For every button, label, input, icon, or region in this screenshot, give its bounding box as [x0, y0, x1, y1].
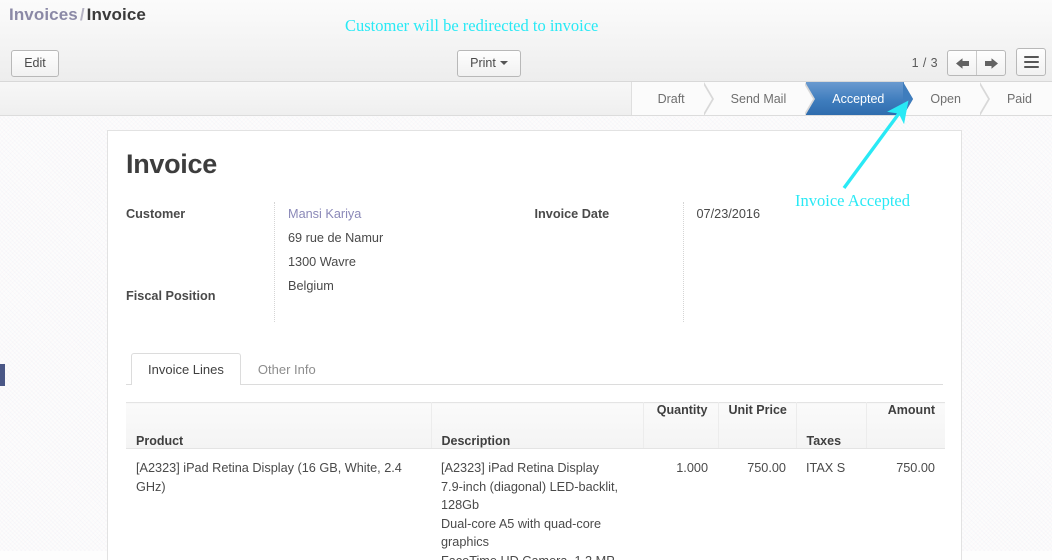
- description-line: Dual-core A5 with quad-core: [441, 515, 633, 534]
- column-header-description[interactable]: Description: [431, 403, 643, 449]
- pager-previous-button[interactable]: [948, 51, 976, 75]
- annotation-redirect-note: Customer will be redirected to invoice: [345, 16, 598, 36]
- field-values-left: Mansi Kariya 69 rue de Namur 1300 Wavre …: [274, 202, 535, 322]
- status-stage-draft[interactable]: Draft: [632, 82, 705, 115]
- table-header: Product Description Quantity Unit Price …: [126, 403, 945, 449]
- description-line: 128Gb: [441, 496, 633, 515]
- fiscal-position-label: Fiscal Position: [126, 284, 274, 308]
- field-grid: Customer Fiscal Position Mansi Kariya 69…: [126, 202, 943, 322]
- customer-address-line-2: 1300 Wavre: [288, 250, 535, 274]
- customer-label: Customer: [126, 202, 274, 226]
- statusbar-strip: Draft Send Mail Accepted Open Paid: [0, 82, 1052, 116]
- cell-description: [A2323] iPad Retina Display 7.9-inch (di…: [431, 449, 643, 560]
- status-stage-paid[interactable]: Paid: [981, 82, 1052, 115]
- table-header-row: Product Description Quantity Unit Price …: [126, 403, 945, 449]
- field-labels-right: Invoice Date: [535, 202, 683, 322]
- tab-other-info[interactable]: Other Info: [241, 353, 333, 385]
- breadcrumb: Invoices/Invoice: [9, 5, 146, 25]
- field-group-left: Customer Fiscal Position Mansi Kariya 69…: [126, 202, 535, 322]
- invoice-lines-table: Product Description Quantity Unit Price …: [126, 402, 945, 560]
- print-button[interactable]: Print: [457, 50, 521, 77]
- status-stage-send-mail[interactable]: Send Mail: [705, 82, 807, 115]
- customer-name-link[interactable]: Mansi Kariya: [288, 202, 535, 226]
- table-row[interactable]: [A2323] iPad Retina Display (16 GB, Whit…: [126, 449, 945, 560]
- pager-next-button[interactable]: [976, 51, 1005, 75]
- edit-button[interactable]: Edit: [11, 50, 59, 77]
- status-stage-open[interactable]: Open: [904, 82, 981, 115]
- menu-bar-1: [1024, 56, 1039, 58]
- description-line: [A2323] iPad Retina Display: [441, 459, 633, 478]
- status-stage-accepted[interactable]: Accepted: [806, 82, 904, 115]
- statusbar: Draft Send Mail Accepted Open Paid: [631, 82, 1052, 115]
- cell-product: [A2323] iPad Retina Display (16 GB, Whit…: [126, 449, 431, 560]
- field-labels-left: Customer Fiscal Position: [126, 202, 274, 322]
- column-header-quantity[interactable]: Quantity: [643, 403, 718, 449]
- arrow-left-icon: [955, 57, 970, 70]
- description-line: graphics: [441, 533, 633, 552]
- sheet-tabs: Invoice Lines Other Info: [126, 352, 943, 385]
- column-header-unit-price[interactable]: Unit Price: [718, 403, 796, 449]
- hamburger-menu-icon[interactable]: [1016, 48, 1046, 76]
- print-button-label: Print: [470, 56, 496, 70]
- customer-address-line-1: 69 rue de Namur: [288, 226, 535, 250]
- page-title: Invoice: [126, 149, 943, 180]
- control-panel: Invoices/Invoice Edit Print 1 / 3: [0, 0, 1052, 82]
- cell-amount: 750.00: [866, 449, 945, 560]
- invoice-date-value[interactable]: 07/23/2016: [697, 207, 761, 221]
- column-header-product[interactable]: Product: [126, 403, 431, 449]
- breadcrumb-parent-invoices[interactable]: Invoices: [9, 5, 78, 24]
- description-line: FaceTime HD Camera, 1.2 MP: [441, 552, 633, 560]
- cell-quantity: 1.000: [643, 449, 718, 560]
- field-group-right: Invoice Date 07/23/2016: [535, 202, 944, 322]
- pager-buttons: [947, 50, 1006, 76]
- pager-count: 1 / 3: [912, 56, 938, 70]
- sidebar-collapse-handle[interactable]: [0, 364, 5, 386]
- tab-invoice-lines[interactable]: Invoice Lines: [131, 353, 241, 385]
- column-header-amount[interactable]: Amount: [866, 403, 945, 449]
- arrow-right-icon: [984, 57, 999, 70]
- column-header-taxes[interactable]: Taxes: [796, 403, 866, 449]
- pager: 1 / 3: [912, 50, 1006, 76]
- cell-taxes: ITAX S: [796, 449, 866, 560]
- invoice-date-label: Invoice Date: [535, 202, 683, 226]
- annotation-accepted-note: Invoice Accepted: [795, 191, 910, 211]
- cell-unit-price: 750.00: [718, 449, 796, 560]
- menu-bar-2: [1024, 61, 1039, 63]
- fiscal-position-value[interactable]: [288, 298, 535, 322]
- chevron-down-icon: [500, 61, 508, 65]
- customer-address-line-3: Belgium: [288, 274, 535, 298]
- description-line: 7.9-inch (diagonal) LED-backlit,: [441, 478, 633, 497]
- field-values-right: 07/23/2016: [683, 202, 944, 322]
- menu-bar-3: [1024, 66, 1039, 68]
- breadcrumb-separator: /: [80, 5, 85, 24]
- breadcrumb-current-invoice: Invoice: [87, 5, 146, 24]
- table-body: [A2323] iPad Retina Display (16 GB, Whit…: [126, 449, 945, 560]
